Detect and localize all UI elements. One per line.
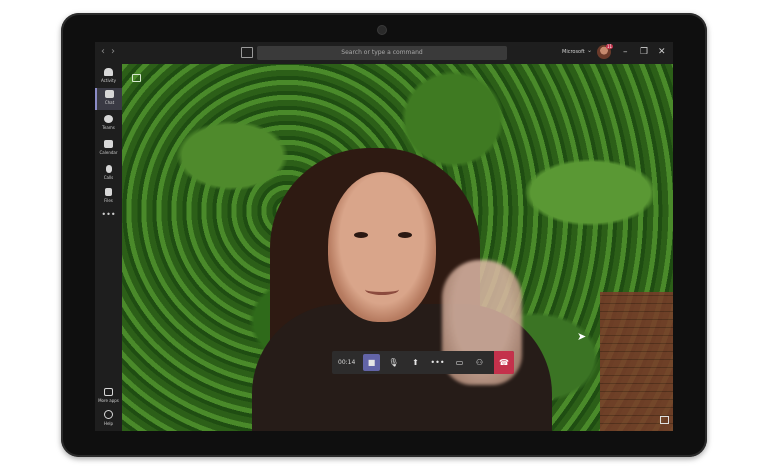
rail-item-label: Help <box>103 421 114 426</box>
rail-item-label: Calendar <box>99 150 118 155</box>
microphone-button[interactable]: 🎙 <box>385 354 402 371</box>
forward-arrow-icon[interactable]: › <box>111 46 115 57</box>
call-controls: 00:14 ■ 🎙 ⬆ ••• ▭ ⚇ ☎ <box>332 351 514 374</box>
file-icon <box>105 188 112 196</box>
rail-item-help[interactable]: Help <box>95 408 122 430</box>
hang-up-button[interactable]: ☎ <box>494 351 514 374</box>
chevron-down-icon[interactable]: ⌄ <box>587 47 592 54</box>
layout-icon[interactable] <box>132 74 141 82</box>
rail-item-calls[interactable]: Calls <box>95 163 122 185</box>
mouse-cursor-icon: ➤ <box>577 330 587 343</box>
participant-eye-right <box>398 232 412 238</box>
app-rail: Activity Chat Teams Calendar Calls Files… <box>95 64 122 431</box>
title-bar: ‹ › Search or type a command Microsoft ⌄… <box>95 42 673 64</box>
rail-item-calendar[interactable]: Calendar <box>95 138 122 160</box>
rail-item-files[interactable]: Files <box>95 186 122 208</box>
chat-icon <box>105 90 114 98</box>
self-view-icon[interactable] <box>660 416 669 424</box>
apps-icon <box>104 388 113 396</box>
notification-badge: 11 <box>606 44 613 49</box>
rail-item-teams[interactable]: Teams <box>95 113 122 135</box>
participant-mouth <box>365 284 399 295</box>
participant-eye-left <box>354 232 368 238</box>
rail-item-label: More apps <box>98 398 119 403</box>
video-feed: ➤ 00:14 ■ 🎙 ⬆ ••• ▭ ⚇ ☎ <box>122 64 673 431</box>
more-options-icon[interactable]: ••• <box>95 210 122 219</box>
compose-icon[interactable] <box>241 47 253 58</box>
bell-icon <box>104 68 113 76</box>
rail-item-label: Teams <box>102 125 115 130</box>
teams-window: ‹ › Search or type a command Microsoft ⌄… <box>95 42 673 431</box>
more-actions-button[interactable]: ••• <box>429 354 446 371</box>
calendar-icon <box>104 140 113 148</box>
rail-item-label: Files <box>104 198 113 203</box>
call-timer: 00:14 <box>338 359 356 366</box>
search-input[interactable]: Search or type a command <box>257 46 507 60</box>
maximize-icon[interactable]: ❐ <box>640 46 648 58</box>
tenant-name[interactable]: Microsoft <box>562 49 585 55</box>
brick-wall <box>600 292 673 431</box>
back-arrow-icon[interactable]: ‹ <box>101 46 105 57</box>
minimize-icon[interactable]: – <box>623 46 628 58</box>
phone-icon <box>105 165 112 173</box>
rail-item-more-apps[interactable]: More apps <box>95 386 122 408</box>
close-icon[interactable]: ✕ <box>658 46 666 58</box>
chat-button[interactable]: ▭ <box>451 354 468 371</box>
rail-item-label: Activity <box>101 78 116 83</box>
participant-face <box>328 172 436 322</box>
rail-item-label: Calls <box>103 175 114 180</box>
participants-button[interactable]: ⚇ <box>471 354 488 371</box>
rail-item-activity[interactable]: Activity <box>95 66 122 88</box>
camera-button[interactable]: ■ <box>363 354 380 371</box>
front-camera <box>378 26 386 34</box>
teams-icon <box>104 115 113 123</box>
help-icon <box>104 410 113 419</box>
share-screen-button[interactable]: ⬆ <box>407 354 424 371</box>
rail-item-label: Chat <box>104 100 115 105</box>
rail-item-chat[interactable]: Chat <box>95 88 122 110</box>
